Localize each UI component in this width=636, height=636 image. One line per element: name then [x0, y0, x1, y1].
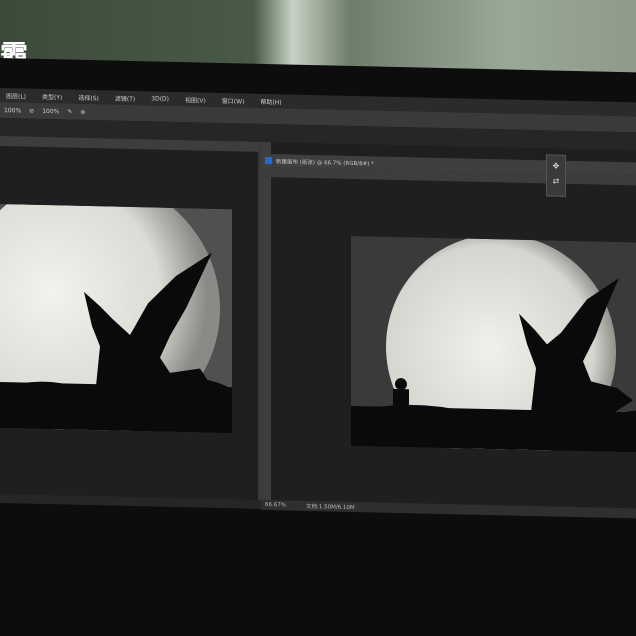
symmetry-icon[interactable]: ⊛: [80, 108, 85, 115]
document-icon: [265, 157, 272, 165]
left-canvas-image[interactable]: [0, 204, 232, 434]
pressure-icon[interactable]: ⊘: [29, 107, 34, 114]
vertical-ruler: [261, 141, 271, 501]
menu-item-type[interactable]: 类型(Y): [42, 91, 62, 100]
zoom-level[interactable]: 66.67%: [265, 502, 286, 508]
menu-item-window[interactable]: 窗口(W): [222, 96, 245, 106]
menu-item-filter[interactable]: 滤镜(T): [115, 93, 135, 102]
menu-item-select[interactable]: 选择(S): [78, 92, 99, 101]
swap-icon[interactable]: ⇄: [547, 176, 565, 186]
move-icon[interactable]: ✥: [547, 161, 565, 171]
floating-toolbar[interactable]: ✥ ⇄: [546, 154, 566, 197]
opacity-value[interactable]: 100%: [4, 107, 21, 114]
moon-dragon-image-left: [0, 204, 232, 434]
menu-item-help[interactable]: 帮助(H): [260, 96, 281, 105]
moon-dragon-image-right: [351, 235, 636, 453]
document-tab-title: 新建画布 (纸张) @ 66.7% (RGB/8#) *: [276, 158, 374, 167]
right-canvas-image[interactable]: [351, 235, 636, 453]
airbrush-icon[interactable]: ✎: [67, 108, 72, 115]
menu-item-3d[interactable]: 3D(D): [151, 95, 169, 102]
menu-item-layer[interactable]: 图层(L): [6, 91, 26, 100]
document-size[interactable]: 文档:1.50M/6.10M: [306, 502, 355, 511]
flow-value[interactable]: 100%: [42, 107, 59, 114]
photoshop-workspace: 新建画布 (纸张) @ 66.7% (RGB/8#) * 66.67% 文档:1…: [0, 118, 636, 519]
menu-item-view[interactable]: 视图(V): [185, 95, 206, 104]
